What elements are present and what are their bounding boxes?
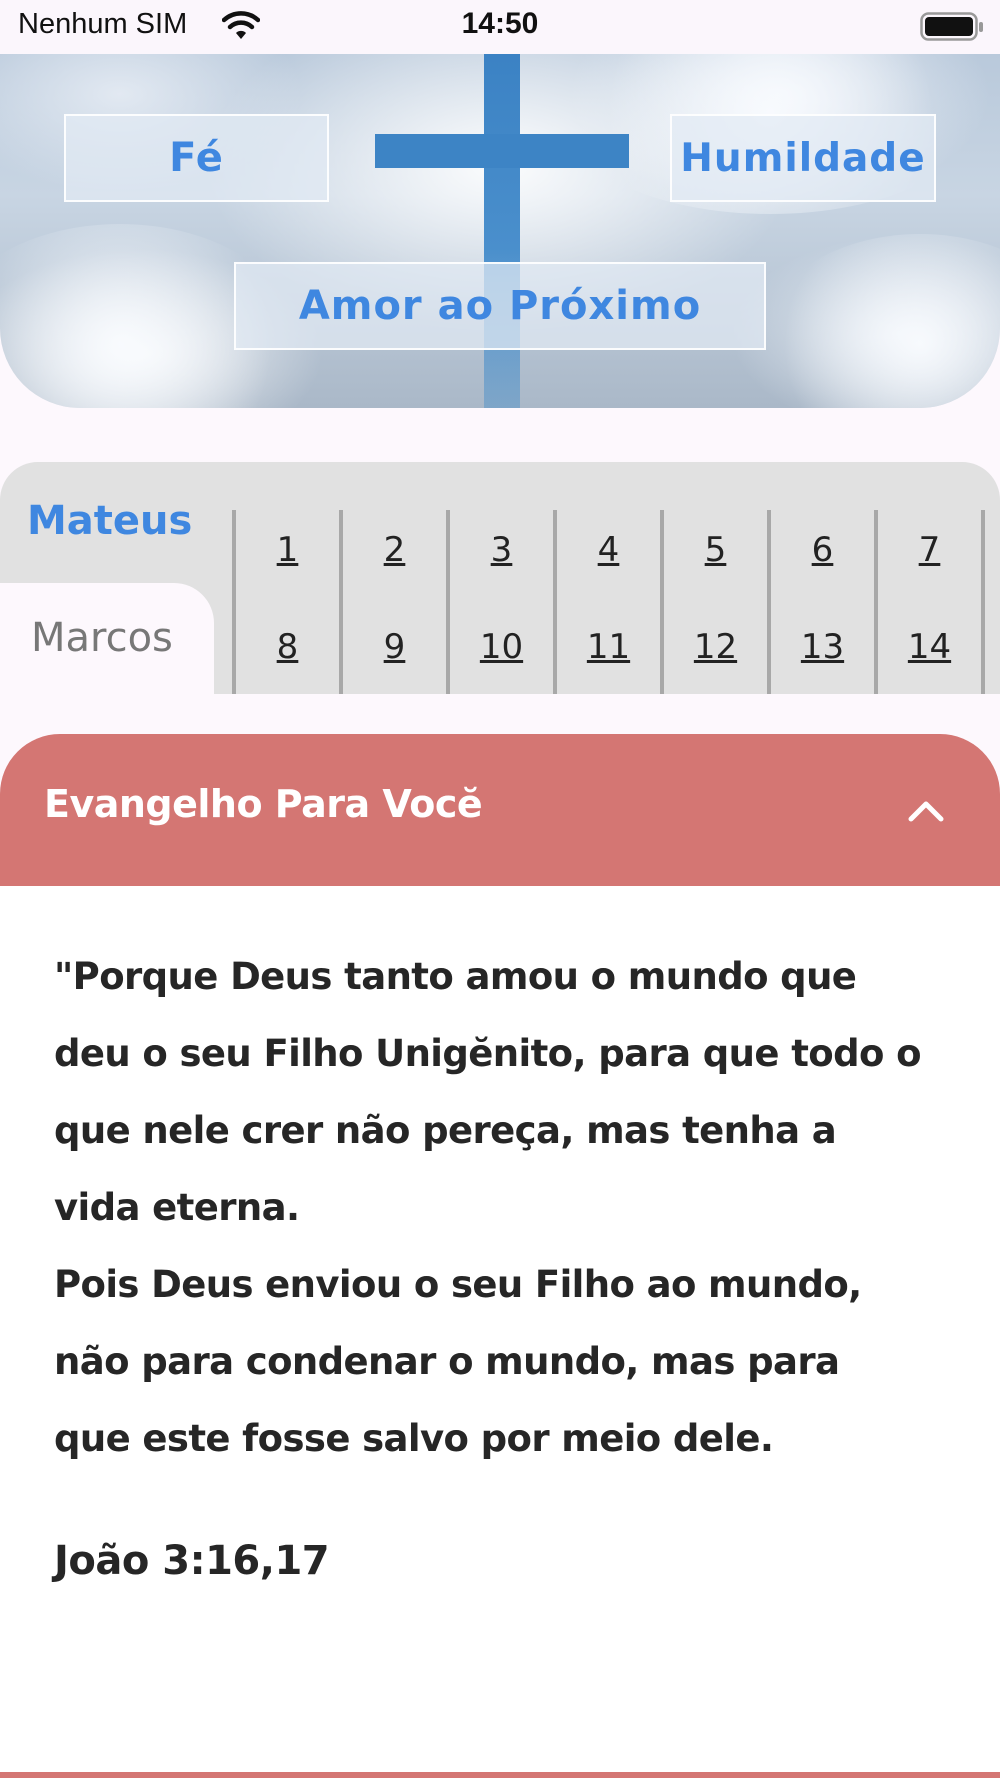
chapter-column-edge (981, 510, 1000, 694)
chapter-link[interactable]: 10 (450, 627, 553, 667)
cross-vertical-bar (484, 54, 520, 408)
clock-label: 14:50 (461, 7, 539, 40)
tab-mateus[interactable]: Mateus (0, 462, 214, 584)
chapter-link[interactable]: 12 (664, 627, 767, 667)
gospel-card-body: "Porque Deus tanto amou o mundo que deu … (0, 886, 1000, 1778)
tab-marcos[interactable]: Marcos (0, 583, 214, 694)
chapter-column: 4 11 (553, 510, 660, 694)
verse-reference: João 3:16,17 (54, 1538, 330, 1584)
chapter-link[interactable]: 14 (878, 627, 981, 667)
chapter-column: 1 8 (232, 510, 339, 694)
chapter-grid: 1 8 2 9 3 10 4 11 5 12 6 13 7 14 (232, 510, 1000, 694)
chapter-link[interactable]: 4 (557, 530, 660, 570)
amor-ao-proximo-button[interactable]: Amor ao Próximo (234, 262, 766, 350)
cross-horizontal-bar (375, 134, 629, 168)
status-bar: Nenhum SIM 14:50 (0, 0, 1000, 54)
chapter-link[interactable]: 2 (343, 530, 446, 570)
verse-text: "Porque Deus tanto amou o mundo que deu … (54, 938, 974, 1477)
humildade-button[interactable]: Humildade (670, 114, 936, 202)
app-screen: Nenhum SIM 14:50 Fé Humildade Amor ao Pr… (0, 0, 1000, 1778)
bottom-divider (0, 1772, 1000, 1778)
verse-line: "Porque Deus tanto amou o mundo que (54, 955, 857, 998)
gospel-chapter-selector: Mateus Marcos 1 8 2 9 3 10 4 11 5 12 6 1… (0, 462, 1000, 694)
chapter-column: 2 9 (339, 510, 446, 694)
chapter-link[interactable]: 7 (878, 530, 981, 570)
chapter-column: 6 13 (767, 510, 874, 694)
verse-line: que este fosse salvo por meio dele. (54, 1417, 774, 1460)
verse-line: vida eterna. (54, 1186, 300, 1229)
verse-line: deu o seu Filho Unigĕnito, para que todo… (54, 1032, 922, 1075)
verse-line: que nele crer não pereça, mas tenha a (54, 1109, 837, 1152)
card-title: Evangelho Para Vocĕ (44, 782, 483, 826)
chapter-link[interactable]: 6 (771, 530, 874, 570)
chapter-link[interactable]: 5 (664, 530, 767, 570)
verse-line: não para condenar o mundo, mas para (54, 1340, 840, 1383)
chapter-column: 3 10 (446, 510, 553, 694)
chapter-link[interactable]: 8 (236, 627, 339, 667)
hero-banner: Fé Humildade Amor ao Próximo (0, 54, 1000, 408)
battery-icon (920, 12, 983, 41)
chapter-link[interactable]: 13 (771, 627, 874, 667)
chapter-link[interactable]: 9 (343, 627, 446, 667)
chapter-link[interactable]: 11 (557, 627, 660, 667)
chapter-column: 7 14 (874, 510, 981, 694)
chapter-column: 5 12 (660, 510, 767, 694)
fe-button[interactable]: Fé (64, 114, 329, 202)
cloud-decoration (760, 234, 1000, 408)
chapter-link[interactable]: 3 (450, 530, 553, 570)
chapter-link[interactable]: 1 (236, 530, 339, 570)
verse-line: Pois Deus enviou o seu Filho ao mundo, (54, 1263, 862, 1306)
gospel-card-header[interactable]: Evangelho Para Vocĕ (0, 734, 1000, 886)
chevron-up-icon[interactable] (907, 797, 945, 823)
